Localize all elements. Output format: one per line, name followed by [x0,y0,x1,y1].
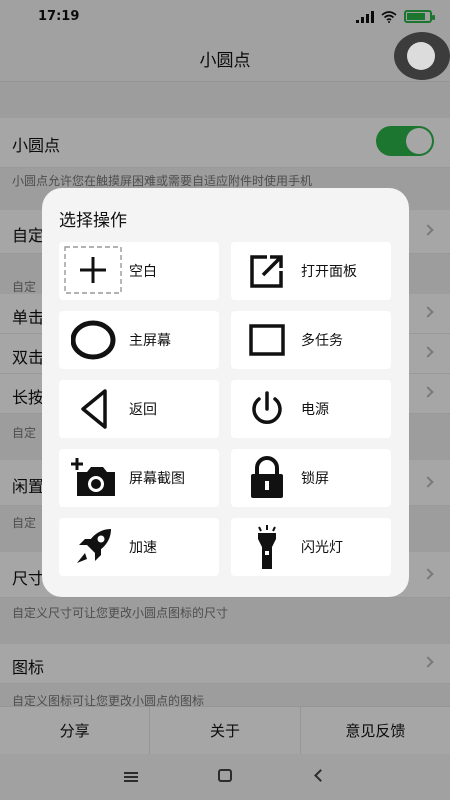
action-label: 多任务 [301,333,343,349]
action-blank[interactable]: 空白 [59,242,219,300]
rocket-icon [71,523,119,571]
flashlight-icon [243,523,291,571]
floating-dot-button[interactable] [394,32,450,80]
blank-plus-icon [64,246,122,295]
lock-icon [243,454,291,502]
action-back[interactable]: 返回 [59,380,219,438]
home-circle-icon [71,316,119,364]
action-boost[interactable]: 加速 [59,518,219,576]
dialog-title: 选择操作 [59,211,127,231]
multitask-square-icon [243,316,291,364]
action-label: 返回 [129,402,157,418]
action-label: 主屏幕 [129,333,171,349]
screenshot-camera-icon [71,454,119,502]
action-label: 加速 [129,540,157,556]
action-multitask[interactable]: 多任务 [231,311,391,369]
action-screenshot[interactable]: 屏幕截图 [59,449,219,507]
action-home-screen[interactable]: 主屏幕 [59,311,219,369]
action-label: 电源 [301,402,329,418]
action-flashlight[interactable]: 闪光灯 [231,518,391,576]
back-triangle-icon [71,385,119,433]
action-label: 屏幕截图 [129,471,185,487]
action-label: 打开面板 [301,264,357,280]
action-label: 空白 [129,264,157,280]
action-open-panel[interactable]: 打开面板 [231,242,391,300]
action-label: 闪光灯 [301,540,343,556]
action-power[interactable]: 电源 [231,380,391,438]
choose-action-dialog: 选择操作 空白 打开面板 主屏幕 多任务 返回 电源 屏幕截图 锁屏 加速 闪光… [42,188,409,597]
action-label: 锁屏 [301,471,329,487]
open-panel-icon [243,247,291,295]
power-icon [243,385,291,433]
action-lock-screen[interactable]: 锁屏 [231,449,391,507]
